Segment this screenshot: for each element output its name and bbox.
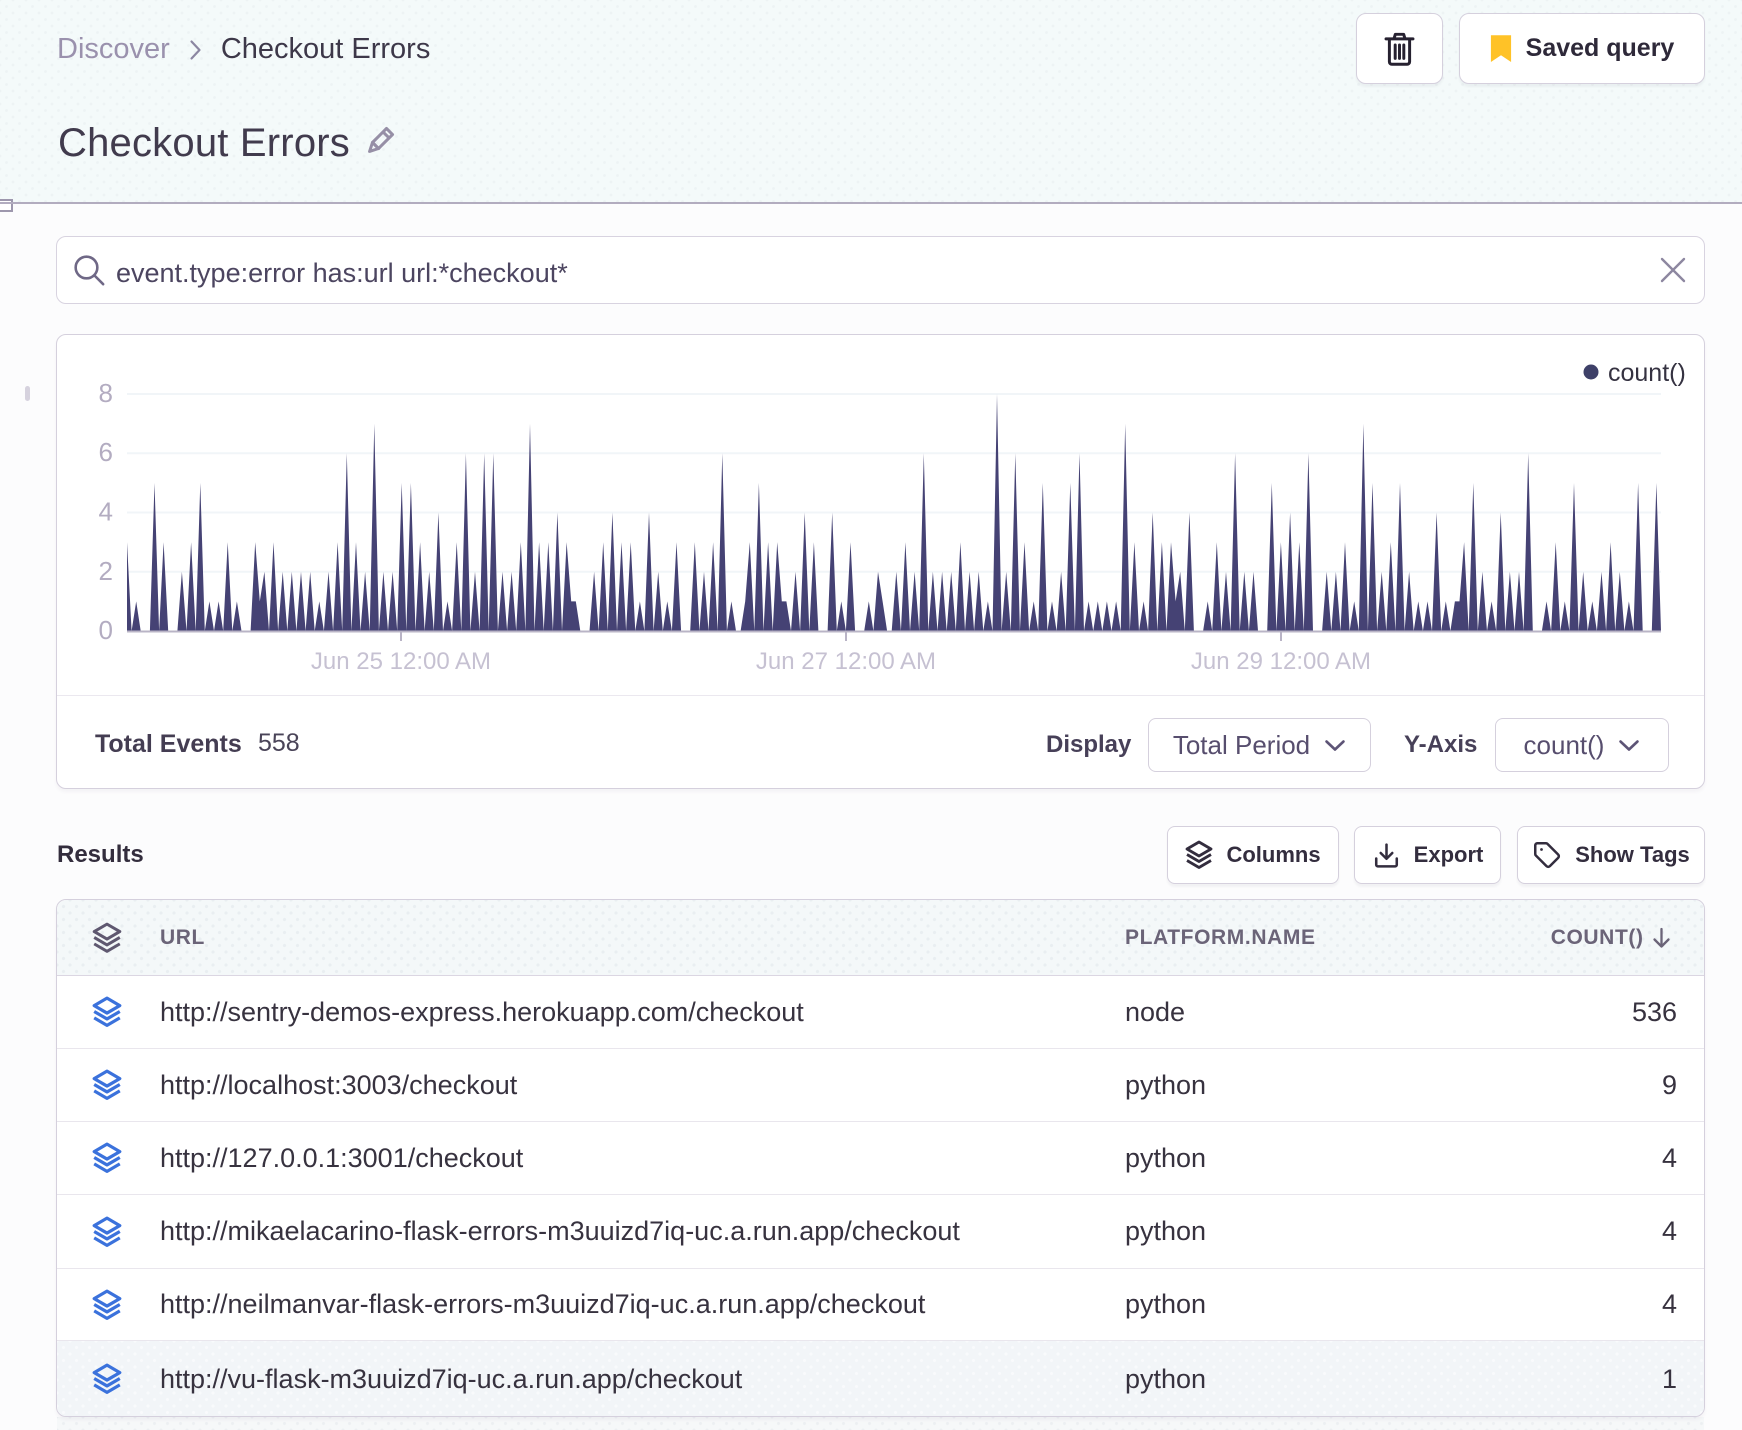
svg-text:2: 2 (99, 556, 113, 586)
svg-text:Jun 29 12:00 AM: Jun 29 12:00 AM (1191, 648, 1371, 675)
svg-text:6: 6 (99, 437, 113, 467)
svg-text:Jun 25 12:00 AM: Jun 25 12:00 AM (311, 648, 491, 675)
svg-text:Jun 27 12:00 AM: Jun 27 12:00 AM (756, 648, 936, 675)
svg-text:4: 4 (99, 497, 113, 527)
svg-text:count(): count() (1608, 359, 1686, 387)
svg-text:8: 8 (99, 378, 113, 408)
svg-text:0: 0 (99, 615, 113, 645)
